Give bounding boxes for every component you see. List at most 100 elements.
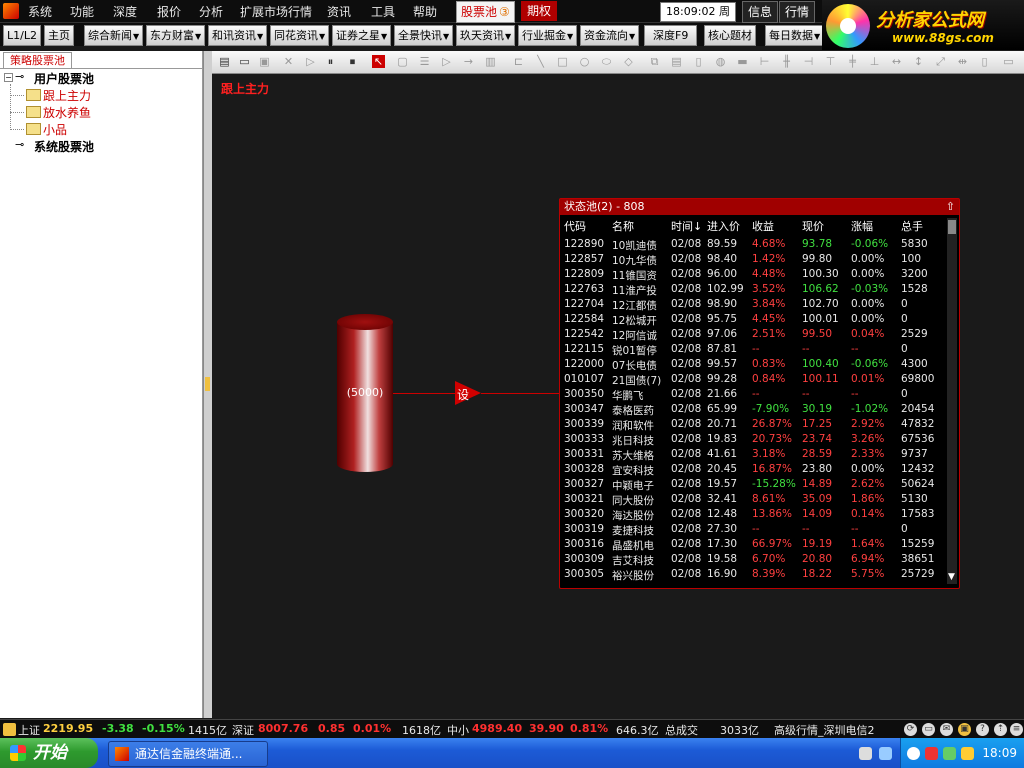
arrow-icon[interactable]: ⇡ xyxy=(994,723,1007,736)
same-height-icon[interactable]: ↕ xyxy=(912,55,925,68)
line-icon[interactable]: ╲ xyxy=(534,55,547,68)
jiutian-menu[interactable]: 玖天资讯▼ xyxy=(456,25,516,46)
play-icon[interactable]: ▷ xyxy=(304,55,317,68)
mail-icon[interactable]: ✉ xyxy=(940,723,953,736)
delete-icon[interactable]: ✕ xyxy=(282,55,295,68)
panorama-menu[interactable]: 全景快讯▼ xyxy=(394,25,454,46)
menu-icon[interactable]: ≡ xyxy=(1010,723,1023,736)
hexun-menu[interactable]: 和讯资讯▼ xyxy=(208,25,268,46)
tree-item-xiaopin[interactable]: 小品 xyxy=(43,121,67,138)
column-header[interactable]: 代码 xyxy=(564,218,586,234)
network-icon[interactable] xyxy=(879,747,892,760)
align-middle-icon[interactable]: ╪ xyxy=(846,55,859,68)
align-right-icon[interactable]: ⊣ xyxy=(802,55,815,68)
pause-icon[interactable]: ⏸ xyxy=(324,55,337,68)
cut-icon[interactable]: ▯ xyxy=(692,55,705,68)
taskbar-app-item[interactable]: 通达信金融终端通... xyxy=(108,741,268,767)
grid-icon[interactable]: ▭ xyxy=(1002,55,1015,68)
scrollbar-thumb[interactable] xyxy=(948,220,956,234)
menu-analysis[interactable]: 分析 xyxy=(199,3,223,20)
align-center-icon[interactable]: ╫ xyxy=(780,55,793,68)
scroll-down-icon[interactable]: ▼ xyxy=(948,572,955,582)
column-header[interactable]: 收益 xyxy=(752,218,774,234)
space-h-icon[interactable]: ⇹ xyxy=(956,55,969,68)
menu-info[interactable]: 资讯 xyxy=(327,3,351,20)
column-header[interactable]: 名称 xyxy=(612,218,634,234)
column-header[interactable]: 时间↓ xyxy=(671,218,702,234)
shape-icon[interactable]: ▢ xyxy=(396,55,409,68)
keyboard-icon[interactable] xyxy=(859,747,872,760)
column-header[interactable]: 总手 xyxy=(901,218,923,234)
connect-icon[interactable]: ⊏ xyxy=(512,55,525,68)
align-bottom-icon[interactable]: ⊥ xyxy=(868,55,881,68)
menu-extended-market[interactable]: 扩展市场行情 xyxy=(240,3,312,20)
back-arrow-icon[interactable] xyxy=(907,747,920,760)
fill-icon[interactable]: ◍ xyxy=(714,55,727,68)
info-button[interactable]: 信息 xyxy=(742,1,779,23)
table-icon[interactable]: ▥ xyxy=(484,55,497,68)
refresh-icon[interactable]: ⟳ xyxy=(904,723,917,736)
start-button[interactable]: 开始 xyxy=(0,738,98,768)
status-pool-header[interactable]: 状态池(2) - 808 ⇧ xyxy=(560,199,959,215)
tree-item-follow-main[interactable]: 跟上主力 xyxy=(43,87,91,104)
menu-help[interactable]: 帮助 xyxy=(413,3,437,20)
circle-icon[interactable]: ○ xyxy=(578,55,591,68)
menu-stock-pool[interactable]: 股票池 ③ xyxy=(456,1,515,23)
chart-tray-icon[interactable] xyxy=(925,747,938,760)
fundflow-menu[interactable]: 资金流向▼ xyxy=(580,25,640,46)
menu-system[interactable]: 系统 xyxy=(28,3,52,20)
quote-button[interactable]: 行情 xyxy=(779,1,816,23)
core-theme-button[interactable]: 核心题材 xyxy=(704,25,756,46)
same-width-icon[interactable]: ↔ xyxy=(890,55,903,68)
ellipse-icon[interactable]: ⬭ xyxy=(600,55,613,68)
zx-value[interactable]: 4989.40 xyxy=(472,722,522,735)
menu-quote[interactable]: 报价 xyxy=(157,3,181,20)
eastmoney-menu[interactable]: 东方财富▼ xyxy=(146,25,206,46)
stockstar-menu[interactable]: 证券之星▼ xyxy=(332,25,392,46)
tree-user-pool[interactable]: 用户股票池 xyxy=(34,70,94,87)
sh-value[interactable]: 2219.95 xyxy=(43,722,93,735)
daily-data-menu[interactable]: 每日数据▼ xyxy=(765,25,825,46)
line-style-icon[interactable]: ▬ xyxy=(736,55,749,68)
lock-icon[interactable]: ▣ xyxy=(958,723,971,736)
status-pool-window[interactable]: 状态池(2) - 808 ⇧ 代码 名称 时间↓ 进入价 收益 现价 涨幅 总手 122890… xyxy=(559,198,960,589)
menu-depth[interactable]: 深度 xyxy=(113,3,137,20)
paste-icon[interactable]: ▤ xyxy=(670,55,683,68)
panel-splitter[interactable] xyxy=(203,51,212,718)
open-folder-icon[interactable]: ▭ xyxy=(238,55,251,68)
new-doc-icon[interactable]: ▤ xyxy=(218,55,231,68)
table-scrollbar[interactable] xyxy=(947,218,957,584)
tree-item-release-fish[interactable]: 放水养鱼 xyxy=(43,104,91,121)
help-icon[interactable]: ? xyxy=(976,723,989,736)
space-v-icon[interactable]: ▯ xyxy=(978,55,991,68)
index-switch-icon[interactable] xyxy=(3,723,16,736)
l1-l2-button[interactable]: L1/L2 xyxy=(3,25,41,46)
home-button[interactable]: 主页 xyxy=(44,25,74,46)
column-header[interactable]: 现价 xyxy=(802,218,824,234)
same-size-icon[interactable]: ⤢ xyxy=(934,55,947,68)
arrow-right-icon[interactable]: → xyxy=(462,55,475,68)
stop-icon[interactable]: ⏹ xyxy=(346,55,359,68)
copy-icon[interactable]: ⧉ xyxy=(648,55,661,68)
rect-icon[interactable]: □ xyxy=(556,55,569,68)
align-top-icon[interactable]: ⊤ xyxy=(824,55,837,68)
collapse-icon[interactable]: − xyxy=(4,73,13,82)
server-status[interactable]: 高级行情_深圳电信2 xyxy=(774,722,875,738)
news-menu[interactable]: 综合新闻▼ xyxy=(84,25,144,46)
monitor-icon[interactable] xyxy=(943,747,956,760)
message-icon[interactable]: ▭ xyxy=(922,723,935,736)
column-header[interactable]: 涨幅 xyxy=(851,218,873,234)
industry-menu[interactable]: 行业掘金▼ xyxy=(518,25,578,46)
sz-value[interactable]: 8007.76 xyxy=(258,722,308,735)
depth-f9-button[interactable]: 深度F9 xyxy=(644,25,698,46)
collapse-up-icon[interactable]: ⇧ xyxy=(946,199,955,215)
pointer-icon[interactable]: ↖ xyxy=(372,55,385,68)
menu-options[interactable]: 期权 xyxy=(521,1,558,21)
menu-function[interactable]: 功能 xyxy=(70,3,94,20)
diamond-icon[interactable]: ◇ xyxy=(622,55,635,68)
app-icon[interactable] xyxy=(3,3,19,19)
save-icon[interactable]: ▣ xyxy=(258,55,271,68)
tree-system-pool[interactable]: 系统股票池 xyxy=(34,138,94,155)
menu-tools[interactable]: 工具 xyxy=(371,3,395,20)
list-icon[interactable]: ☰ xyxy=(418,55,431,68)
